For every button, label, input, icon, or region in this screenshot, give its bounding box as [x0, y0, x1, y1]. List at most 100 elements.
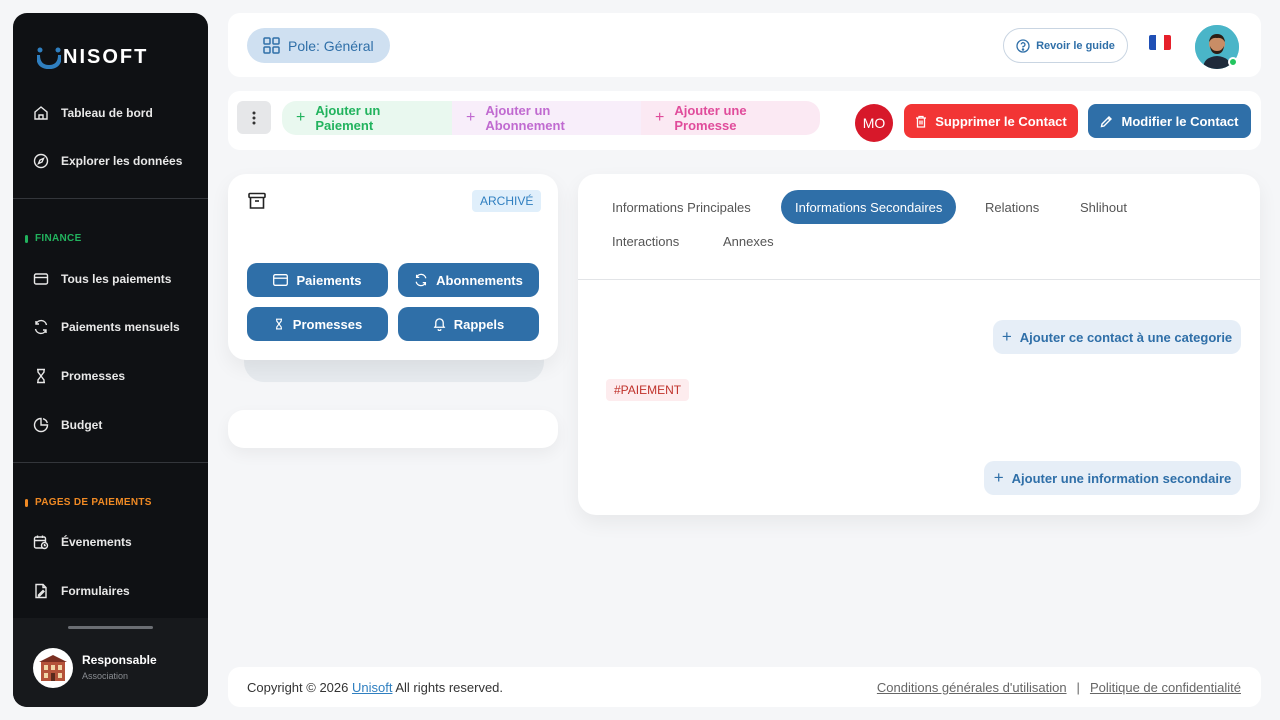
plus-icon: +: [296, 109, 306, 126]
french-flag-icon[interactable]: [1149, 35, 1171, 50]
profile-role: Association: [82, 671, 129, 681]
section-finance: FINANCE: [25, 233, 82, 244]
plus-icon: +: [993, 468, 1004, 487]
add-payment-label: Ajouter un Paiement: [315, 103, 381, 133]
copyright-text: Copyright © 2026 Unisoft All rights rese…: [247, 680, 503, 695]
promises-label: Promesses: [292, 316, 363, 332]
tab-annexes[interactable]: Annexes: [709, 224, 788, 258]
add-promise-label: Ajouter une Promesse: [674, 103, 747, 133]
terms-link[interactable]: Conditions générales d'utilisation: [877, 680, 1067, 695]
sidebar-divider: [13, 462, 208, 463]
sidebar-item-label: Explorer les données: [61, 154, 183, 168]
edit-contact-label: Modifier le Contact: [1121, 113, 1239, 129]
trash-icon: [916, 115, 927, 128]
sidebar-item-monthly-payments[interactable]: Paiements mensuels: [33, 315, 180, 339]
contact-initials-avatar: MO: [855, 104, 893, 142]
tab-main-info[interactable]: Informations Principales: [598, 190, 765, 224]
category-tag[interactable]: #PAIEMENT: [606, 379, 690, 401]
profile-panel[interactable]: Responsable Association: [13, 618, 208, 707]
credit-card-icon: [273, 274, 289, 286]
subscriptions-button[interactable]: Abonnements: [398, 263, 539, 297]
tabs-divider: [578, 279, 1260, 280]
tab-secondary-info[interactable]: Informations Secondaires: [781, 190, 957, 224]
credit-card-icon: [33, 273, 49, 285]
hourglass-icon: [275, 318, 282, 330]
refresh-icon: [415, 273, 427, 287]
section-payment-pages: PAGES DE PAIEMENTS: [25, 497, 152, 508]
privacy-link[interactable]: Politique de confidentialité: [1090, 680, 1241, 695]
sidebar-item-label: Formulaires: [61, 584, 130, 598]
sidebar-item-all-payments[interactable]: Tous les paiements: [33, 267, 171, 291]
delete-contact-button[interactable]: Supprimer le Contact: [904, 104, 1078, 138]
guide-label: Revoir le guide: [1036, 39, 1115, 52]
reminders-button[interactable]: Rappels: [398, 307, 539, 341]
footer-links: Conditions générales d'utilisation | Pol…: [877, 680, 1241, 695]
reminders-label: Rappels: [453, 316, 505, 332]
add-payment-button[interactable]: + Ajouter un Paiement: [282, 101, 452, 135]
add-promise-button[interactable]: + Ajouter une Promesse: [641, 101, 820, 135]
sidebar-item-explore[interactable]: Explorer les données: [33, 149, 182, 173]
sidebar: NISOFT Tableau de bord Explorer les donn…: [13, 13, 208, 707]
add-subscription-button[interactable]: + Ajouter un Abonnement: [452, 101, 641, 135]
add-to-category-button[interactable]: + Ajouter ce contact à une categorie: [993, 320, 1241, 354]
pie-chart-icon: [33, 417, 49, 433]
online-status-dot: [1228, 57, 1238, 67]
sidebar-item-dashboard[interactable]: Tableau de bord: [33, 101, 153, 125]
profile-name: Responsable: [82, 653, 157, 667]
building-icon: [39, 655, 67, 681]
guide-button[interactable]: Revoir le guide: [1003, 28, 1128, 63]
section-marker: [25, 234, 28, 243]
sidebar-item-label: Promesses: [61, 369, 126, 383]
sidebar-item-promises[interactable]: Promesses: [33, 364, 125, 388]
payments-button[interactable]: Paiements: [247, 263, 388, 297]
contact-action-bar: + Ajouter un Paiement + Ajouter un Abonn…: [228, 91, 1261, 150]
sidebar-item-label: Budget: [61, 418, 103, 432]
pole-selector-button[interactable]: Pole: Général: [247, 28, 390, 63]
rights-label: All rights reserved.: [395, 680, 504, 695]
edit-contact-button[interactable]: Modifier le Contact: [1088, 104, 1251, 138]
pole-label: Pole: Général: [288, 37, 374, 54]
delete-contact-label: Supprimer le Contact: [935, 113, 1067, 129]
plus-icon: +: [1001, 327, 1012, 346]
promises-button[interactable]: Promesses: [247, 307, 388, 341]
logo-mark-icon: [36, 47, 62, 69]
tab-interactions[interactable]: Interactions: [598, 224, 694, 258]
archive-icon[interactable]: [247, 191, 267, 211]
add-to-category-label: Ajouter ce contact à une categorie: [1019, 329, 1233, 345]
logo[interactable]: NISOFT: [36, 46, 149, 69]
sidebar-item-forms[interactable]: Formulaires: [33, 579, 130, 603]
organization-avatar: [33, 648, 73, 688]
compass-icon: [33, 153, 49, 169]
add-secondary-info-button[interactable]: + Ajouter une information secondaire: [984, 461, 1241, 495]
add-secondary-info-label: Ajouter une information secondaire: [1011, 470, 1232, 486]
grid-icon: [263, 37, 280, 54]
sidebar-item-label: Évenements: [61, 535, 132, 549]
sidebar-item-label: Paiements mensuels: [61, 320, 180, 334]
plus-icon: +: [655, 109, 665, 126]
hourglass-icon: [37, 368, 45, 384]
more-menu-button[interactable]: [237, 101, 271, 134]
contact-secondary-card: [228, 410, 558, 448]
top-header: Pole: Général Revoir le guide: [228, 13, 1261, 77]
calendar-clock-icon: [33, 535, 49, 550]
tab-relations[interactable]: Relations: [971, 190, 1054, 224]
logo-text: NISOFT: [63, 46, 149, 68]
sidebar-item-budget[interactable]: Budget: [33, 413, 102, 437]
plus-icon: +: [466, 109, 476, 126]
refresh-icon: [34, 319, 48, 335]
add-subscription-label: Ajouter un Abonnement: [485, 103, 565, 133]
kebab-icon: [252, 111, 256, 124]
section-marker: [25, 498, 28, 507]
tab-shlihout[interactable]: Shlihout: [1066, 190, 1141, 224]
sidebar-scrollbar[interactable]: [68, 626, 153, 629]
sidebar-divider: [13, 198, 208, 199]
brand-link[interactable]: Unisoft: [352, 680, 392, 695]
home-icon: [34, 106, 48, 120]
sidebar-item-events[interactable]: Évenements: [33, 530, 132, 554]
pencil-icon: [1101, 115, 1113, 127]
copyright-label: Copyright © 2026: [247, 680, 349, 695]
section-title: PAGES DE PAIEMENTS: [35, 497, 152, 508]
form-icon: [35, 583, 47, 599]
section-title: FINANCE: [35, 233, 82, 244]
bell-icon: [433, 318, 446, 331]
